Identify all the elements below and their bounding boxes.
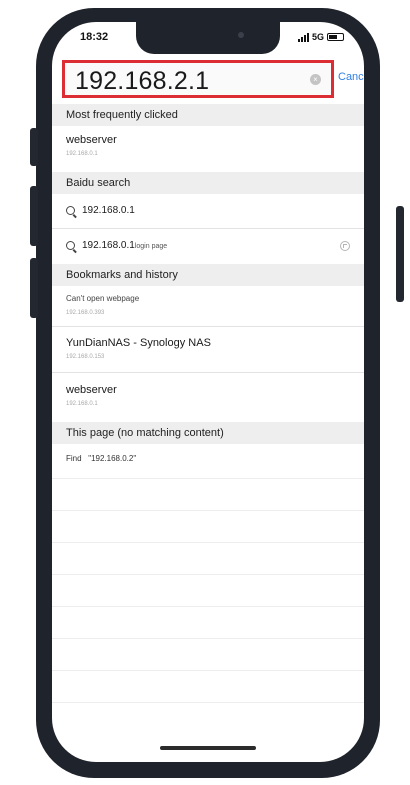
search-suggestion-text: 192.168.0.1 — [82, 205, 135, 216]
find-in-page-row[interactable]: Find "192.168.0.2" — [52, 444, 364, 478]
history-title: Can't open webpage — [66, 294, 140, 303]
find-query: "192.168.0.2" — [88, 454, 137, 463]
history-row[interactable]: webserver 192.168.0.1 — [52, 373, 364, 421]
suggestion-url: 192.168.0.1 — [66, 151, 98, 157]
history-url: 192.168.0.1 — [66, 401, 98, 407]
search-suggestion-query: 192.168.0.1 — [82, 240, 135, 251]
address-bar-row: 192.168.2.1 × Cancel — [52, 56, 364, 102]
search-icon — [66, 206, 75, 215]
mute-switch — [30, 128, 38, 166]
empty-row-divider — [52, 510, 364, 511]
address-input[interactable]: 192.168.2.1 — [75, 67, 209, 96]
history-url: 192.168.0.393 — [66, 310, 105, 316]
suggestion-row[interactable]: webserver 192.168.0.1 — [52, 126, 364, 170]
arrow-up-left-icon[interactable] — [340, 241, 350, 251]
search-suggestion-row[interactable]: 192.168.0.1login page — [52, 229, 364, 263]
status-time: 18:32 — [80, 31, 109, 43]
signal-icon — [297, 32, 309, 42]
clear-icon[interactable]: × — [310, 74, 321, 85]
battery-icon — [327, 33, 344, 41]
empty-row-divider — [52, 606, 364, 607]
empty-row-divider — [52, 574, 364, 575]
address-bar[interactable]: 192.168.2.1 × — [62, 60, 334, 98]
notch — [136, 22, 280, 54]
section-bookmarks-history: Bookmarks and history — [52, 264, 364, 286]
empty-row-divider — [52, 638, 364, 639]
history-url: 192.168.0.153 — [66, 354, 105, 360]
find-in-page-text: Find "192.168.0.2" — [66, 454, 136, 463]
status-indicators: 5G — [297, 32, 344, 42]
section-baidu-search: Baidu search — [52, 172, 364, 194]
cancel-button[interactable]: Cancel — [338, 71, 364, 83]
empty-row-divider — [52, 702, 364, 703]
empty-row-divider — [52, 670, 364, 671]
search-suggestion-text: 192.168.0.1login page — [82, 240, 167, 251]
history-title: webserver — [66, 384, 117, 396]
find-label: Find — [66, 454, 82, 463]
search-suggestion-row[interactable]: 192.168.0.1 — [52, 194, 364, 228]
volume-up-button — [30, 186, 38, 246]
camera-icon — [238, 32, 244, 38]
suggestion-title: webserver — [66, 134, 117, 146]
network-label: 5G — [311, 32, 324, 42]
history-row[interactable]: YunDianNAS - Synology NAS 192.168.0.153 — [52, 327, 364, 371]
empty-row-divider — [52, 478, 364, 479]
volume-down-button — [30, 258, 38, 318]
history-title: YunDianNAS - Synology NAS — [66, 337, 211, 349]
power-button — [396, 206, 404, 302]
section-most-frequent: Most frequently clicked — [52, 104, 364, 126]
home-indicator[interactable] — [160, 746, 256, 750]
history-row[interactable]: Can't open webpage 192.168.0.393 — [52, 286, 364, 326]
browser-screen: 18:32 5G 192.168.2.1 × Cancel Most frequ… — [52, 22, 364, 762]
section-this-page: This page (no matching content) — [52, 422, 364, 444]
search-suggestion-note: login page — [134, 243, 168, 250]
empty-row-divider — [52, 542, 364, 543]
search-icon — [66, 241, 75, 250]
